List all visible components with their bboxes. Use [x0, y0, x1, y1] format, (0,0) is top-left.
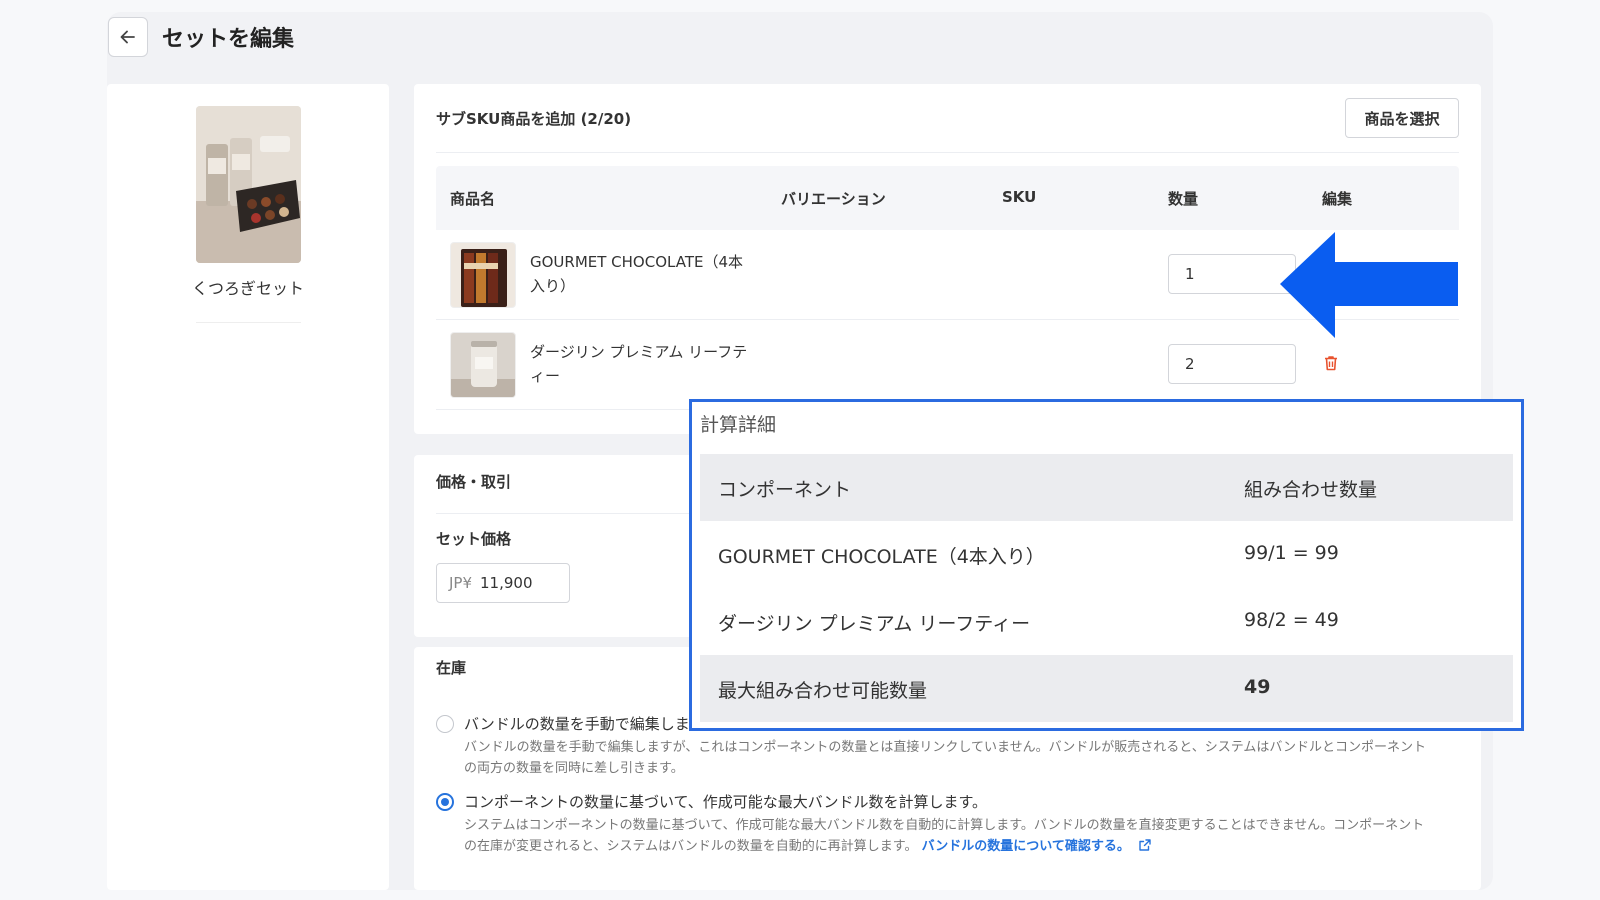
calc-table: コンポーネント 組み合わせ数量 GOURMET CHOCOLATE（4本入り） … [700, 454, 1513, 722]
divider [436, 152, 1459, 153]
calc-component: GOURMET CHOCOLATE（4本入り） [718, 546, 1045, 568]
product-name: くつろぎセット [191, 279, 304, 298]
calc-row: GOURMET CHOCOLATE（4本入り） 99/1 = 99 [700, 521, 1513, 588]
arrow-left-icon [120, 30, 135, 44]
radio-description: システムはコンポーネントの数量に基づいて、作成可能な最大バンドル数を自動的に計算… [464, 818, 1425, 854]
set-price-input[interactable]: JP¥ 11,900 [436, 563, 570, 603]
left-panel: くつろぎセット [107, 84, 389, 890]
row-product-name: GOURMET CHOCOLATE（4本 入り） [530, 253, 744, 295]
price-value: 11,900 [480, 574, 533, 592]
column-product-name: 商品名 [450, 190, 496, 208]
radio-label: コンポーネントの数量に基づいて、作成可能な最大バンドル数を計算します。 [464, 793, 988, 811]
back-button[interactable] [108, 17, 148, 57]
calc-count: 99/1 = 99 [1244, 542, 1339, 564]
calc-count: 98/2 = 49 [1244, 609, 1339, 631]
divider [436, 513, 714, 514]
bundle-quantity-link[interactable]: バンドルの数量について確認する。 [922, 839, 1130, 854]
calc-total-value: 49 [1244, 676, 1271, 698]
calc-column-component: コンポーネント [718, 479, 852, 501]
calc-row: ダージリン プレミアム リーフティー 98/2 = 49 [700, 588, 1513, 655]
table-header: 商品名 バリエーション SKU 数量 編集 [436, 166, 1459, 230]
page-header: セットを編集 [108, 17, 294, 57]
quantity-input[interactable]: 2 [1168, 344, 1296, 384]
product-thumbnail [450, 332, 516, 398]
price-section-title: 価格・取引 [436, 473, 512, 491]
calc-total-label: 最大組み合わせ可能数量 [718, 680, 928, 702]
price-card: 価格・取引 セット価格 JP¥ 11,900 [414, 455, 714, 637]
divider [196, 322, 301, 323]
radio-button[interactable] [436, 715, 454, 733]
radio-description: バンドルの数量を手動で編集しますが、これはコンポーネントの数量とは直接リンクして… [464, 740, 1427, 776]
external-link-icon[interactable] [1138, 838, 1152, 852]
arrow-left-icon [1280, 232, 1458, 338]
column-variation: バリエーション [781, 190, 886, 208]
radio-button-selected[interactable] [436, 793, 454, 811]
currency-prefix: JP¥ [449, 574, 473, 592]
sub-sku-title: サブSKU商品を追加 (2/20) [436, 110, 632, 128]
calc-column-count: 組み合わせ数量 [1244, 479, 1378, 501]
calculation-details-panel: 計算詳細 コンポーネント 組み合わせ数量 GOURMET CHOCOLATE（4… [689, 399, 1524, 731]
calc-total-row: 最大組み合わせ可能数量 49 [700, 655, 1513, 722]
row-product-name: ダージリン プレミアム リーフテ ィー [530, 343, 748, 385]
column-edit: 編集 [1322, 190, 1353, 208]
calc-header-row: コンポーネント 組み合わせ数量 [700, 454, 1513, 521]
column-sku: SKU [1002, 188, 1037, 206]
column-quantity: 数量 [1168, 190, 1199, 208]
stock-title: 在庫 [436, 659, 467, 677]
select-product-button[interactable]: 商品を選択 [1345, 98, 1459, 138]
trash-icon[interactable] [1322, 354, 1340, 372]
set-price-label: セット価格 [436, 530, 512, 548]
product-image [196, 106, 301, 263]
quantity-input[interactable]: 1 [1168, 254, 1296, 294]
calc-title: 計算詳細 [700, 414, 777, 436]
stock-option-auto[interactable]: コンポーネントの数量に基づいて、作成可能な最大バンドル数を計算します。 システム… [436, 791, 1446, 857]
product-thumbnail [450, 242, 516, 308]
page-title: セットを編集 [162, 27, 295, 52]
calc-component: ダージリン プレミアム リーフティー [718, 613, 1031, 635]
